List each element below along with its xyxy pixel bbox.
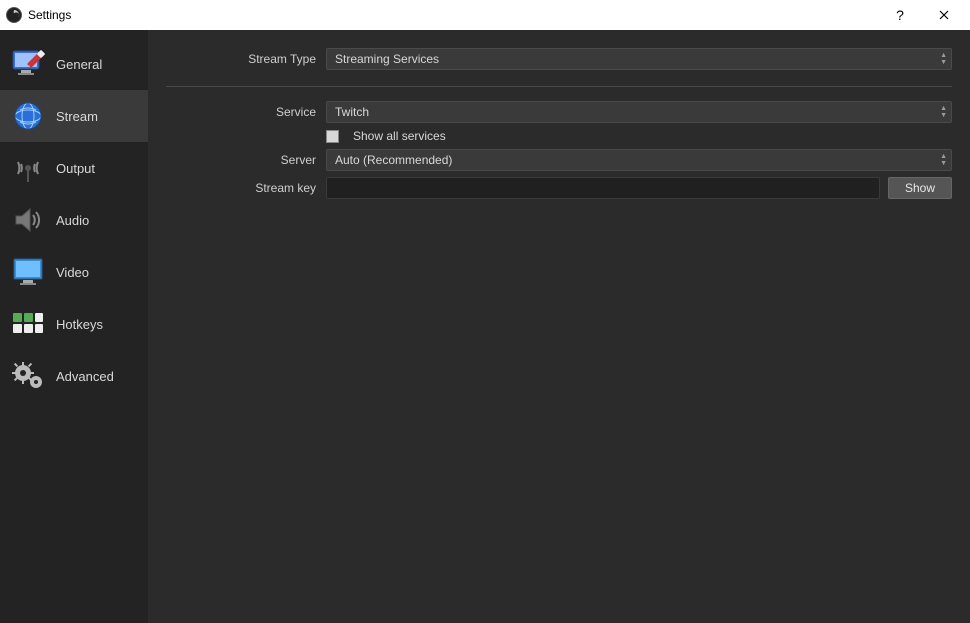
label-stream-key: Stream key (166, 181, 326, 195)
checkbox-show-all-services[interactable] (326, 130, 339, 143)
globe-icon (10, 98, 46, 134)
label-show-all-services: Show all services (353, 129, 446, 143)
close-button[interactable] (922, 0, 966, 30)
sidebar-item-label: General (56, 57, 102, 72)
titlebar: Settings ? (0, 0, 970, 30)
sidebar-item-general[interactable]: General (0, 38, 148, 90)
select-stream-type[interactable]: Streaming Services ▲▼ (326, 48, 952, 70)
chevron-updown-icon: ▲▼ (940, 49, 947, 69)
show-stream-key-button[interactable]: Show (888, 177, 952, 199)
help-button[interactable]: ? (878, 0, 922, 30)
sidebar-item-label: Video (56, 265, 89, 280)
divider (166, 86, 952, 87)
monitor-tools-icon (10, 46, 46, 82)
gears-icon (10, 358, 46, 394)
input-stream-key[interactable] (326, 177, 880, 199)
sidebar-item-video[interactable]: Video (0, 246, 148, 298)
antenna-icon (10, 150, 46, 186)
monitor-icon (10, 254, 46, 290)
sidebar-item-output[interactable]: Output (0, 142, 148, 194)
main-panel: Stream Type Streaming Services ▲▼ Servic… (148, 30, 970, 623)
sidebar-item-label: Output (56, 161, 95, 176)
chevron-updown-icon: ▲▼ (940, 102, 947, 122)
sidebar-item-label: Advanced (56, 369, 114, 384)
chevron-updown-icon: ▲▼ (940, 150, 947, 170)
speaker-icon (10, 202, 46, 238)
sidebar-item-hotkeys[interactable]: Hotkeys (0, 298, 148, 350)
obs-app-icon (6, 7, 22, 23)
sidebar-item-label: Stream (56, 109, 98, 124)
select-server[interactable]: Auto (Recommended) ▲▼ (326, 149, 952, 171)
select-value: Twitch (335, 105, 369, 119)
label-stream-type: Stream Type (166, 52, 326, 66)
select-service[interactable]: Twitch ▲▼ (326, 101, 952, 123)
sidebar-item-audio[interactable]: Audio (0, 194, 148, 246)
sidebar-item-advanced[interactable]: Advanced (0, 350, 148, 402)
keyboard-keys-icon (10, 306, 46, 342)
settings-window: Settings ? Gen (0, 0, 970, 623)
row-stream-type: Stream Type Streaming Services ▲▼ (166, 48, 952, 70)
button-label: Show (905, 181, 935, 195)
label-service: Service (166, 105, 326, 119)
row-service: Service Twitch ▲▼ (166, 101, 952, 123)
row-server: Server Auto (Recommended) ▲▼ (166, 149, 952, 171)
window-title: Settings (28, 8, 71, 22)
sidebar-item-label: Hotkeys (56, 317, 103, 332)
sidebar-item-stream[interactable]: Stream (0, 90, 148, 142)
dialog-body: General Stream (0, 30, 970, 623)
sidebar: General Stream (0, 30, 148, 623)
label-server: Server (166, 153, 326, 167)
row-show-all: Show all services (166, 129, 952, 143)
select-value: Streaming Services (335, 52, 439, 66)
row-stream-key: Stream key Show (166, 177, 952, 199)
sidebar-item-label: Audio (56, 213, 89, 228)
select-value: Auto (Recommended) (335, 153, 452, 167)
